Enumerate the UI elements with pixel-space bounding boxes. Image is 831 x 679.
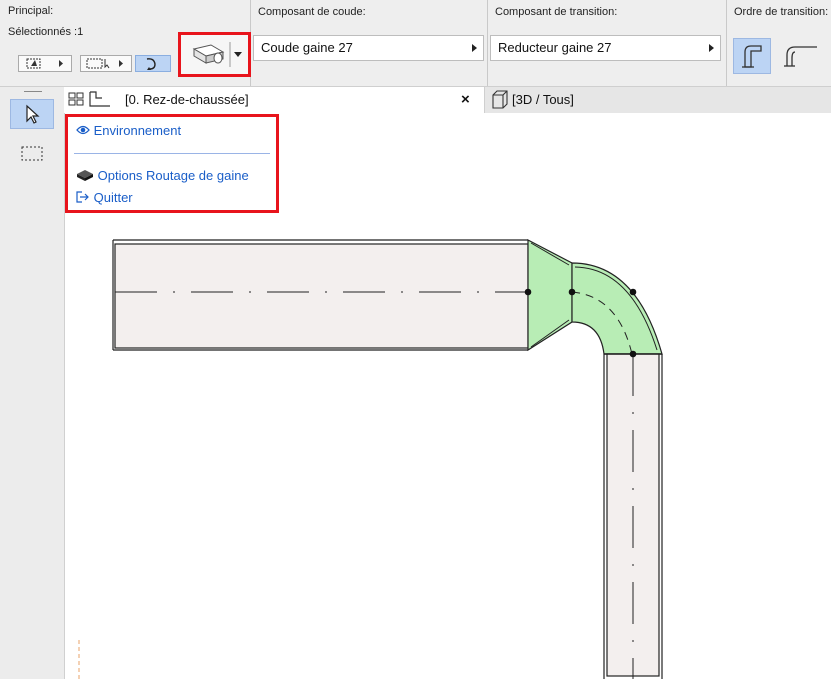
menu-divider <box>74 153 270 154</box>
selected-count-label: Sélectionnés :1 <box>8 26 84 38</box>
selection-mode-button[interactable] <box>18 55 72 72</box>
tab-3d-view[interactable]: [3D / Tous] <box>484 87 831 113</box>
vertical-duct[interactable] <box>603 353 663 679</box>
transition-component-label: Composant de transition: <box>495 6 618 18</box>
arrow-tool-button[interactable] <box>10 99 54 129</box>
principal-label: Principal: <box>8 5 54 17</box>
tab-bar: [0. Rez-de-chaussée] × [3D / Tous] <box>64 87 831 113</box>
tab-3d-view-label: [3D / Tous] <box>512 92 574 107</box>
transition-component-select[interactable]: Reducteur gaine 27 <box>490 35 721 61</box>
context-menu: Environnement Options Routage de gaine Q… <box>65 114 279 213</box>
floor-plan-icon <box>89 91 110 107</box>
chevron-right-icon <box>472 44 477 52</box>
rotate-hand-icon <box>146 58 156 70</box>
transition-order-first-button[interactable] <box>733 38 771 74</box>
close-tab-icon[interactable]: × <box>461 91 470 108</box>
exit-icon <box>76 191 89 203</box>
marquee-mode-button[interactable] <box>80 55 132 72</box>
menu-item-quit[interactable]: Quitter <box>76 190 133 205</box>
menu-item-environment-label: Environnement <box>93 123 182 138</box>
menu-item-duct-routing-options-label: Options Routage de gaine <box>97 168 249 183</box>
horizontal-duct[interactable] <box>112 239 529 351</box>
3d-window-icon <box>492 90 508 109</box>
elbow-component-value: Coude gaine 27 <box>261 40 353 55</box>
tab-floor-plan[interactable]: [0. Rez-de-chaussée] × <box>64 87 484 113</box>
marquee-tool-button[interactable] <box>10 139 54 169</box>
rotate-selection-button[interactable] <box>135 55 171 72</box>
transition-order-second-button[interactable] <box>777 38 831 74</box>
transition-order-label: Ordre de transition: <box>734 6 829 18</box>
menu-item-duct-routing-options[interactable]: Options Routage de gaine <box>76 168 249 183</box>
tab-floor-plan-label: [0. Rez-de-chaussée] <box>125 92 249 107</box>
duct-routing-icon <box>77 170 93 181</box>
marquee-mode-icon <box>86 58 123 69</box>
duct-routing-highlight <box>178 32 251 77</box>
marquee-icon <box>21 146 43 161</box>
info-box: Principal: Sélectionnés :1 Composant de … <box>0 0 831 87</box>
transition-elbow-first-icon <box>742 45 762 68</box>
menu-item-quit-label: Quitter <box>93 190 133 205</box>
toolbox <box>0 87 65 679</box>
menu-item-environment[interactable]: Environnement <box>76 123 181 138</box>
arrow-cursor-icon <box>26 104 40 124</box>
grid-view-icon <box>68 92 84 106</box>
elbow-component-label: Composant de coude: <box>258 6 366 18</box>
elbow-component-select[interactable]: Coude gaine 27 <box>253 35 484 61</box>
tab-icons <box>68 91 110 107</box>
chevron-right-icon <box>709 44 714 52</box>
transition-reducer-first-icon <box>784 46 817 67</box>
eye-icon <box>76 125 90 135</box>
transition-component-value: Reducteur gaine 27 <box>498 40 612 55</box>
selection-mode-icon <box>26 58 63 69</box>
